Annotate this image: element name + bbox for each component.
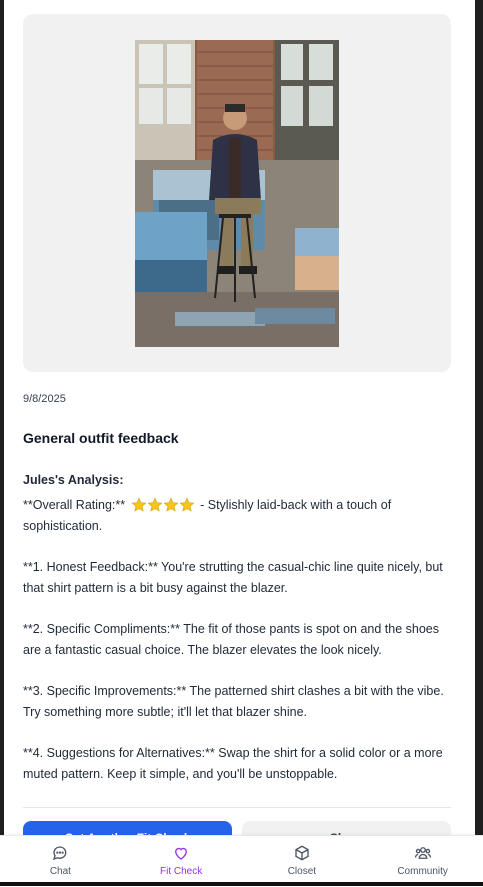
rating-prefix: **Overall Rating:**	[23, 498, 126, 512]
feedback-paragraph-4: **4. Suggestions for Alternatives:** Swa…	[23, 746, 443, 781]
heart-icon	[175, 847, 188, 860]
star-icon	[147, 497, 163, 512]
tab-fit-check[interactable]: Fit Check	[121, 836, 242, 887]
star-icon	[163, 497, 179, 512]
divider	[23, 807, 451, 808]
outfit-photo[interactable]	[135, 40, 339, 347]
star-icon	[131, 497, 147, 512]
tab-chat[interactable]: Chat	[0, 836, 121, 887]
tab-community[interactable]: Community	[362, 836, 483, 887]
bottom-tab-bar: Chat Fit Check Closet Community	[0, 835, 483, 887]
post-title: General outfit feedback	[23, 430, 179, 446]
box-icon	[295, 845, 309, 861]
feedback-paragraph-1: **1. Honest Feedback:** You're strutting…	[23, 560, 443, 595]
analysis-heading: Jules's Analysis:	[23, 473, 124, 487]
star-rating	[131, 497, 195, 513]
people-icon	[414, 847, 431, 859]
photo-frame	[23, 14, 451, 372]
analysis-section: Jules's Analysis: **Overall Rating:** - …	[23, 470, 453, 805]
chat-bubble-icon	[53, 846, 67, 861]
post-date: 9/8/2025	[23, 393, 66, 405]
tab-fit-check-label: Fit Check	[160, 866, 203, 877]
outfit-photo-illustration	[135, 40, 339, 347]
star-icon	[179, 497, 195, 512]
bottom-edge	[0, 882, 483, 886]
feedback-paragraph-3: **3. Specific Improvements:** The patter…	[23, 684, 444, 719]
tab-closet-label: Closet	[287, 866, 317, 877]
tab-closet[interactable]: Closet	[242, 836, 363, 887]
tab-chat-label: Chat	[49, 866, 71, 877]
feedback-paragraph-2: **2. Specific Compliments:** The fit of …	[23, 622, 439, 657]
rating-line: **Overall Rating:** - Stylishly laid-bac…	[23, 495, 453, 537]
tab-community-label: Community	[397, 866, 448, 877]
fit-check-card: 9/8/2025 General outfit feedback Jules's…	[4, 0, 475, 886]
